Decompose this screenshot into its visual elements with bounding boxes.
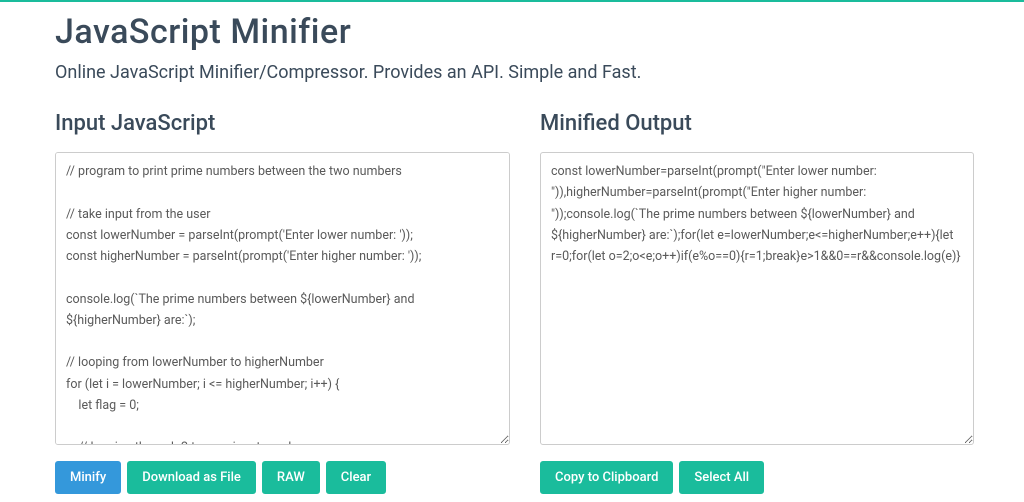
output-panel: Minified Output Copy to Clipboard Select…: [540, 111, 974, 494]
input-textarea[interactable]: [55, 152, 510, 445]
copy-button[interactable]: Copy to Clipboard: [540, 461, 673, 494]
minify-button[interactable]: Minify: [55, 461, 121, 494]
select-all-button[interactable]: Select All: [679, 461, 764, 494]
input-button-row: Minify Download as File RAW Clear: [55, 461, 510, 494]
download-button[interactable]: Download as File: [127, 461, 256, 494]
clear-button[interactable]: Clear: [326, 461, 386, 494]
input-heading: Input JavaScript: [55, 111, 510, 136]
output-button-row: Copy to Clipboard Select All: [540, 461, 974, 494]
page-subtitle: Online JavaScript Minifier/Compressor. P…: [55, 62, 974, 83]
output-textarea[interactable]: [540, 152, 974, 445]
raw-button[interactable]: RAW: [262, 461, 320, 494]
page-title: JavaScript Minifier: [55, 12, 974, 52]
input-panel: Input JavaScript Minify Download as File…: [55, 111, 510, 494]
output-heading: Minified Output: [540, 111, 974, 136]
